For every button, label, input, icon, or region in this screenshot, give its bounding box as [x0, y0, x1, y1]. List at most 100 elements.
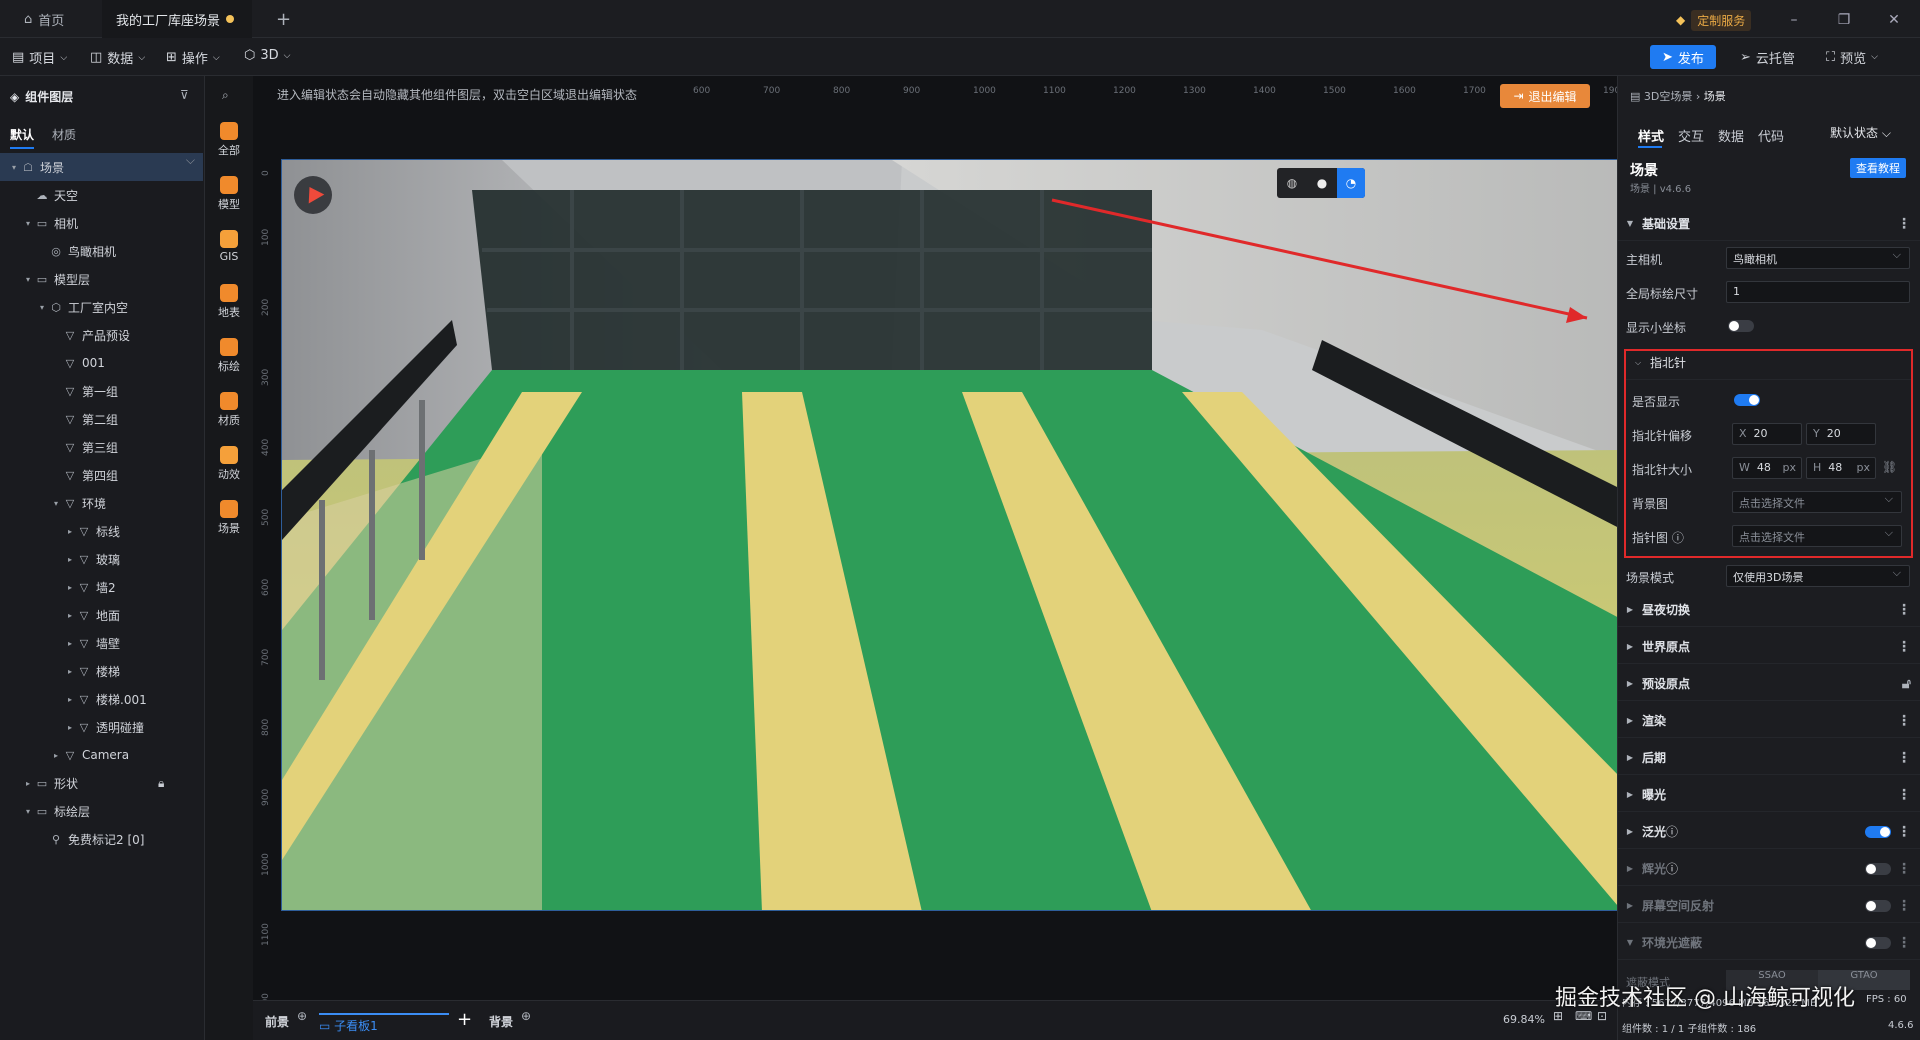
caret-icon[interactable]: ▾ [22, 219, 34, 228]
more-icon[interactable]: ⋮ [1897, 713, 1911, 729]
add-background-icon[interactable]: ⊕ [521, 1009, 531, 1023]
caret-icon[interactable]: ▸ [64, 611, 76, 620]
category-button[interactable]: GIS [205, 224, 253, 274]
tree-item[interactable]: ▸ ▽ 地面 [0, 601, 203, 629]
caret-icon[interactable]: ▸ [64, 723, 76, 732]
tree-item[interactable]: ▸ ▽ 透明碰撞 [0, 713, 203, 741]
more-icon[interactable]: ⋮ [1897, 861, 1911, 877]
tree-item[interactable]: ▸ ▭ 形状 🔒︎ [0, 769, 203, 797]
section-toggle[interactable] [1865, 937, 1891, 949]
add-foreground-icon[interactable]: ⊕ [297, 1009, 307, 1023]
caret-icon[interactable]: ▾ [50, 499, 62, 508]
menu-operate[interactable]: ⊞ 操作 ⌵ [166, 48, 220, 67]
new-tab-button[interactable]: + [262, 0, 305, 38]
caret-icon[interactable]: ▾ [22, 807, 34, 816]
lock-icon[interactable]: 🔒︎ [158, 776, 164, 791]
category-button[interactable]: 全部 [205, 116, 253, 166]
category-button[interactable]: 模型 [205, 170, 253, 220]
global-scale-input[interactable]: 1 [1726, 281, 1910, 303]
tree-item[interactable]: ▸ ▽ 墙壁 [0, 629, 203, 657]
tree-item[interactable]: ▾ ☖ 场景 [0, 153, 203, 181]
state-select[interactable]: 默认状态 ⌵ [1830, 124, 1891, 141]
tab-code[interactable]: 代码 [1758, 126, 1784, 145]
bloom-toggle[interactable] [1865, 826, 1891, 838]
tree-item[interactable]: ▸ ▽ Camera [0, 741, 203, 769]
caret-icon[interactable]: ▸ [22, 779, 34, 788]
tree-item[interactable]: ▽ 产品预设 [0, 321, 203, 349]
caret-icon[interactable]: ▾ [8, 163, 20, 172]
add-board-icon[interactable]: + [457, 1009, 472, 1030]
section-toggle[interactable] [1865, 863, 1891, 875]
more-icon[interactable]: ⋮ [1897, 750, 1911, 766]
tab-default[interactable]: 默认 [10, 126, 35, 149]
tree-item[interactable]: ▾ ⬡ 工厂室内空 [0, 293, 203, 321]
help-icon[interactable]: ⓘ [1666, 860, 1678, 877]
menu-data[interactable]: ◫ 数据 ⌵ [90, 48, 145, 67]
tree-item[interactable]: ▸ ▽ 玻璃 [0, 545, 203, 573]
help-icon[interactable]: ⓘ [1666, 823, 1678, 840]
editor-canvas[interactable]: 进入编辑状态会自动隐藏其他组件图层，双击空白区域退出编辑状态 600 700 800… [253, 76, 1626, 1016]
tree-item[interactable]: ▽ 第三组 [0, 433, 203, 461]
scene-mode-select[interactable]: 仅使用3D场景 [1726, 565, 1910, 587]
tree-item[interactable]: ▾ ▽ 环境 [0, 489, 203, 517]
tree-item[interactable]: ▸ ▽ 楼梯 [0, 657, 203, 685]
tutorial-button[interactable]: 查看教程 [1850, 158, 1906, 178]
minimize-icon[interactable]: – [1784, 10, 1804, 30]
tree-item[interactable]: ▾ ▭ 模型层 [0, 265, 203, 293]
tab-scene[interactable]: 我的工厂库座场景 [102, 0, 252, 38]
more-icon[interactable]: ⋮ [1897, 216, 1911, 232]
cloud-host-button[interactable]: ➢ 云托管 [1728, 45, 1807, 69]
tree-item[interactable]: ▾ ▭ 相机 [0, 209, 203, 237]
more-icon[interactable]: ⋮ [1897, 602, 1911, 618]
section-basic[interactable]: ▼ 基础设置 ⋮ [1618, 207, 1920, 241]
section-item[interactable]: ▶ 后期 ⋮ [1618, 741, 1920, 775]
publish-button[interactable]: ➤ 发布 [1650, 45, 1716, 69]
category-button[interactable]: 地表 [205, 278, 253, 328]
tab-interaction[interactable]: 交互 [1678, 126, 1704, 145]
section-item[interactable]: ▶ 预设原点 🔓︎ [1618, 667, 1920, 701]
foreground-label[interactable]: 前景 [265, 1013, 289, 1030]
category-button[interactable]: 动效 [205, 440, 253, 490]
more-icon[interactable]: ⋮ [1897, 935, 1911, 951]
close-icon[interactable]: ✕ [1884, 10, 1904, 30]
caret-icon[interactable]: ▾ [22, 275, 34, 284]
section-item[interactable]: ▶ 泛光 ⓘ ⋮ [1618, 815, 1920, 849]
section-item[interactable]: ▶ 辉光 ⓘ ⋮ [1618, 852, 1920, 886]
tree-item[interactable]: ⚲ 免费标记2 [0] [0, 825, 203, 853]
section-item[interactable]: ▼ 环境光遮蔽 ⋮ [1618, 926, 1920, 960]
caret-icon[interactable]: ▾ [36, 303, 48, 312]
section-toggle[interactable] [1865, 900, 1891, 912]
caret-icon[interactable]: ▸ [64, 583, 76, 592]
caret-icon[interactable]: ▸ [64, 695, 76, 704]
main-camera-select[interactable]: 鸟瞰相机 [1726, 247, 1910, 269]
background-label[interactable]: 背景 [489, 1013, 513, 1030]
section-item[interactable]: ▶ 屏幕空间反射 ⋮ [1618, 889, 1920, 923]
more-icon[interactable]: ⋮ [1897, 787, 1911, 803]
caret-icon[interactable]: ▸ [64, 639, 76, 648]
tab-material[interactable]: 材质 [52, 126, 76, 143]
restore-icon[interactable]: ❐ [1834, 10, 1854, 30]
caret-icon[interactable]: ▸ [50, 751, 62, 760]
section-item[interactable]: ▶ 渲染 ⋮ [1618, 704, 1920, 738]
caret-icon[interactable]: ▸ [64, 527, 76, 536]
caret-icon[interactable]: ▸ [64, 667, 76, 676]
tree-item[interactable]: ▽ 001 [0, 349, 203, 377]
tree-item[interactable]: ▽ 第四组 [0, 461, 203, 489]
more-icon[interactable]: ⋮ [1897, 639, 1911, 655]
tree-item[interactable]: ▽ 第二组 [0, 405, 203, 433]
tree-item[interactable]: ▸ ▽ 墙2 [0, 573, 203, 601]
tab-data[interactable]: 数据 [1718, 126, 1744, 145]
show-axis-toggle[interactable] [1728, 320, 1754, 332]
category-button[interactable]: 场景 [205, 494, 253, 544]
category-button[interactable]: 标绘 [205, 332, 253, 382]
more-icon[interactable]: ⋮ [1897, 898, 1911, 914]
tree-item[interactable]: ☁ 天空 [0, 181, 203, 209]
filter-icon[interactable]: ⊽ [180, 88, 189, 102]
section-item[interactable]: ▶ 曝光 ⋮ [1618, 778, 1920, 812]
tab-home[interactable]: ⌂ 首页 [10, 0, 78, 38]
tree-item[interactable]: ▸ ▽ 楼梯.001 [0, 685, 203, 713]
search-icon[interactable]: ⌕ [222, 88, 229, 103]
tree-item[interactable]: ▾ ▭ 标绘层 [0, 797, 203, 825]
menu-3d[interactable]: ⬡ 3D ⌵ [244, 48, 290, 63]
tree-item[interactable]: ◎ 鸟瞰相机 [0, 237, 203, 265]
